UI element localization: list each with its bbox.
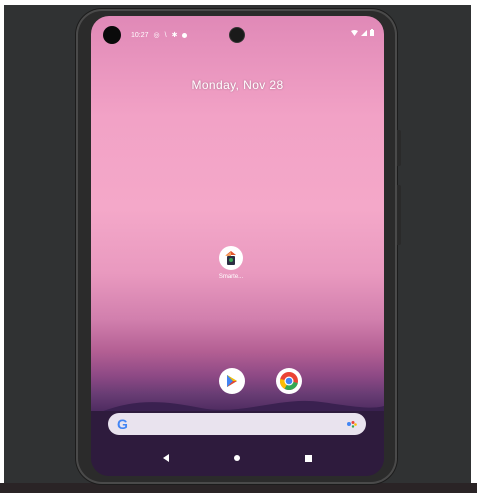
bottom-strip	[0, 483, 477, 493]
chrome-glyph-icon	[279, 372, 298, 391]
message-icon	[182, 32, 188, 38]
recents-icon[interactable]	[304, 454, 312, 462]
settings-icon: ✱	[171, 32, 178, 39]
home-date[interactable]: Monday, Nov 28	[91, 78, 384, 92]
volume-button	[397, 185, 401, 245]
front-camera	[103, 26, 121, 44]
assistant-icon[interactable]	[347, 420, 357, 428]
play-store-glyph-icon	[227, 375, 237, 387]
phone-screen: 10:27 ◎ \ ✱ Monday, Nov 28 Smarte... G	[91, 16, 384, 476]
status-time: 10:27	[131, 31, 149, 39]
navigation-bar	[91, 448, 384, 468]
app-glyph-icon	[225, 251, 236, 265]
status-right	[351, 29, 374, 36]
app-label: Smarte...	[218, 274, 244, 280]
google-logo: G	[117, 416, 128, 432]
signal-icon	[361, 29, 367, 36]
back-icon[interactable]	[163, 454, 170, 462]
status-bar: 10:27 ◎ \ ✱	[131, 28, 188, 42]
whatsapp-icon: ◎	[153, 32, 160, 39]
phone-icon: \	[164, 31, 167, 39]
home-icon[interactable]	[233, 455, 240, 461]
google-search-bar[interactable]: G	[108, 413, 366, 435]
play-store-icon[interactable]	[219, 368, 245, 394]
app-launcher-icon[interactable]	[219, 246, 243, 270]
camera-lens-icon	[229, 27, 245, 43]
power-button	[397, 130, 401, 166]
wifi-icon	[351, 29, 358, 36]
battery-icon	[370, 29, 374, 36]
chrome-icon[interactable]	[276, 368, 302, 394]
